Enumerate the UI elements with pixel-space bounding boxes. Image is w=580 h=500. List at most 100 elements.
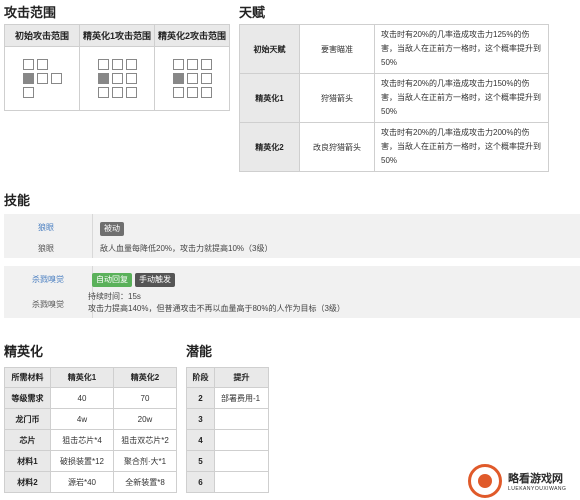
range-grid-2 — [172, 59, 212, 98]
watermark-logo: 略看游戏网 LUEKANYOUXIWANG — [468, 462, 580, 500]
range-cell-attack — [36, 73, 48, 84]
elite-cell: 全新装置*8 — [113, 471, 177, 493]
elite-cell: 40 — [50, 387, 114, 409]
potential-effect: 部署费用-1 — [214, 387, 269, 409]
elite-cell: 聚合剂·大*1 — [113, 450, 177, 472]
range-col-0: 初始攻击范围 — [4, 24, 80, 47]
elite-header-0: 所需材料 — [4, 367, 51, 388]
elite-row-label: 龙门币 — [4, 408, 51, 430]
skill-link-0[interactable]: 狼眼 — [38, 222, 54, 233]
range-cell-operator — [97, 73, 109, 84]
skills-title: 技能 — [4, 193, 31, 208]
range-cell-attack — [111, 73, 123, 84]
skill-duration-1: 持续时间：15s — [88, 292, 141, 301]
elite-cell: 4w — [50, 408, 114, 430]
talent-title: 天赋 — [239, 5, 266, 20]
skill-row-1: 杀戮嗅觉 杀戮嗅觉 自动回复 手动触发 持续时间：15s 攻击力提高140%，但… — [4, 266, 580, 318]
range-grid-cell-2 — [154, 46, 230, 111]
skill-row-0: 狼眼 狼眼 被动 敌人血量每降低20%，攻击力就提高10%（3级） — [4, 214, 580, 258]
range-grid-0 — [22, 59, 62, 98]
talent-name-1: 狩猎箭头 — [299, 73, 375, 123]
range-cell-attack — [200, 87, 212, 98]
potential-header-1: 提升 — [214, 367, 269, 388]
potential-effect — [214, 408, 269, 430]
elite-cell: 20w — [113, 408, 177, 430]
elite-header-2: 精英化2 — [113, 367, 177, 388]
range-cell-attack — [186, 73, 198, 84]
watermark-text: 略看游戏网 — [506, 470, 565, 486]
talent-desc-1: 攻击时有20%的几率造成攻击力150%的伤害，当敌人在正前方一格时，这个概率提升… — [374, 73, 549, 123]
potential-table: 阶段 提升 2 部署费用-1 3 4 5 6 — [186, 367, 269, 493]
talent-name-0: 要害瞄准 — [299, 24, 375, 74]
range-cell-attack — [172, 59, 184, 70]
potential-header-0: 阶段 — [186, 367, 215, 388]
elite-cell: 狙击芯片*4 — [50, 429, 114, 451]
elite-row-label: 材料2 — [4, 471, 51, 493]
talent-name-2: 改良狩猎箭头 — [299, 122, 375, 172]
range-cell-attack — [186, 59, 198, 70]
skill-desc-0: 敌人血量每降低20%，攻击力就提高10%（3级） — [100, 244, 273, 253]
range-cell-attack — [125, 59, 137, 70]
range-cell-attack — [125, 87, 137, 98]
range-cell-attack — [97, 87, 109, 98]
range-cell-attack — [50, 73, 62, 84]
range-cell-attack — [125, 73, 137, 84]
elite-cell: 狙击双芯片*2 — [113, 429, 177, 451]
talent-stage-1: 精英化1 — [239, 73, 300, 123]
range-col-2: 精英化2攻击范围 — [154, 24, 230, 47]
skill-name-1: 杀戮嗅觉 — [32, 300, 64, 309]
potential-stage: 5 — [186, 450, 215, 472]
potential-effect — [214, 471, 269, 493]
range-cell-attack — [36, 59, 48, 70]
range-cell-attack — [111, 59, 123, 70]
skill-desc-1: 攻击力提高140%，但普通攻击不再以血量高于80%的人作为目标（3级） — [88, 304, 345, 313]
range-cell-attack — [186, 87, 198, 98]
range-cell-operator — [22, 73, 34, 84]
range-cell-attack — [172, 87, 184, 98]
range-grid-cell-0 — [4, 46, 80, 111]
skill-link-1[interactable]: 杀戮嗅觉 — [32, 274, 64, 285]
talent-desc-2: 攻击时有20%的几率造成攻击力200%的伤害，当敌人在正前方一格时，这个概率提升… — [374, 122, 549, 172]
elite-table: 所需材料 精英化1 精英化2 等级需求 40 70 龙门币 4w 20w 芯片 … — [4, 367, 177, 493]
range-cell-operator — [172, 73, 184, 84]
elite-row-label: 等级需求 — [4, 387, 51, 409]
potential-effect — [214, 450, 269, 472]
potential-stage: 4 — [186, 429, 215, 451]
range-cell-attack — [97, 59, 109, 70]
skill-tag-passive: 被动 — [100, 222, 124, 236]
elite-row-label: 材料1 — [4, 450, 51, 472]
potential-title: 潜能 — [186, 344, 213, 359]
attack-range-title: 攻击范围 — [4, 5, 57, 20]
potential-effect — [214, 429, 269, 451]
skill-tag-manual-trigger: 手动触发 — [135, 273, 175, 287]
potential-stage: 3 — [186, 408, 215, 430]
range-grid-cell-1 — [79, 46, 155, 111]
elite-header-1: 精英化1 — [50, 367, 114, 388]
range-cell-attack — [111, 87, 123, 98]
elite-cell: 破损装置*12 — [50, 450, 114, 472]
range-grid-1 — [97, 59, 137, 98]
range-col-1: 精英化1攻击范围 — [79, 24, 155, 47]
elite-title: 精英化 — [4, 344, 44, 359]
potential-stage: 2 — [186, 387, 215, 409]
range-cell-attack — [200, 59, 212, 70]
elite-cell: 源岩*40 — [50, 471, 114, 493]
talent-table: 初始天赋 要害瞄准 攻击时有20%的几率造成攻击力125%的伤害，当敌人在正前方… — [239, 24, 549, 172]
watermark-icon — [468, 464, 502, 498]
potential-stage: 6 — [186, 471, 215, 493]
talent-stage-2: 精英化2 — [239, 122, 300, 172]
talent-desc-0: 攻击时有20%的几率造成攻击力125%的伤害，当敌人在正前方一格时，这个概率提升… — [374, 24, 549, 74]
talent-stage-0: 初始天赋 — [239, 24, 300, 74]
elite-cell: 70 — [113, 387, 177, 409]
attack-range-table: 初始攻击范围 精英化1攻击范围 精英化2攻击范围 — [4, 24, 230, 111]
range-cell-empty — [51, 59, 62, 70]
range-cell-attack — [22, 87, 34, 98]
range-cell-attack — [22, 59, 34, 70]
range-cell-attack — [200, 73, 212, 84]
skill-divider — [92, 214, 93, 258]
watermark-subtext: LUEKANYOUXIWANG — [508, 486, 567, 492]
elite-row-label: 芯片 — [4, 429, 51, 451]
range-cell-empty — [37, 87, 48, 98]
skill-tag-auto-recovery: 自动回复 — [92, 273, 132, 287]
range-cell-empty — [51, 87, 62, 98]
